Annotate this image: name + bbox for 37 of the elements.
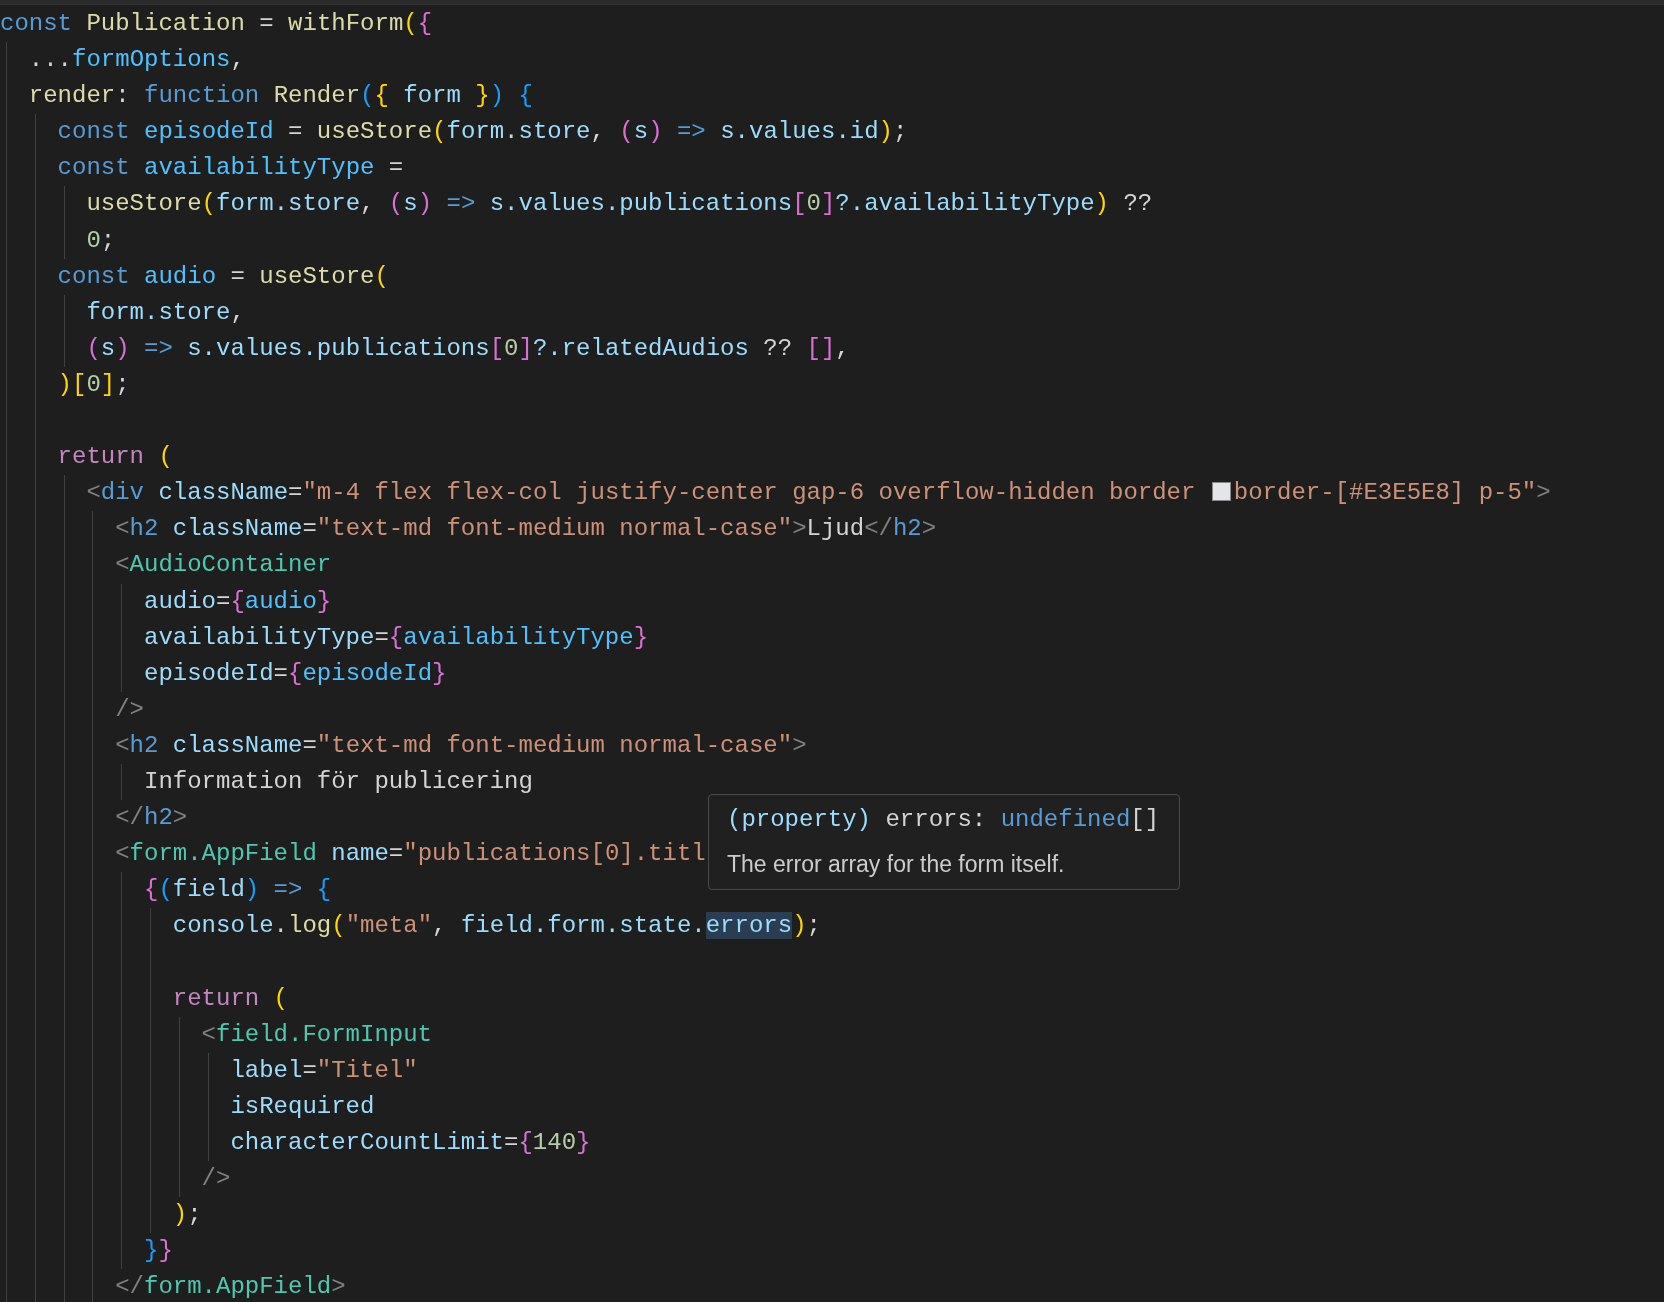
code-line: </h2> [0, 800, 188, 837]
code-line: /> [0, 1161, 231, 1198]
code-line: availabilityType={availabilityType} [0, 619, 649, 656]
code-line: const availabilityType = [0, 150, 404, 187]
color-swatch-icon [1211, 482, 1231, 502]
code-line: <div className="m-4 flex flex-col justify-center gap-6 overflow-hidden border border-[#E3E5E8] p-5"> [0, 475, 1551, 512]
code-line: audio={audio} [0, 583, 332, 620]
code-line: label="Titel" [0, 1052, 418, 1089]
code-line: render: function Render({ form }) { [0, 78, 533, 115]
tooltip-description: The error array for the form itself. [726, 850, 1066, 879]
code-line: {(field) => { [0, 872, 332, 909]
code-line: console.log("meta", field.form.state.errors); [0, 908, 821, 945]
code-line: const episodeId = useStore(form.store, (s) => s.values.id); [0, 114, 908, 151]
code-line: 0; [0, 222, 116, 259]
type-signature: (property) errors: undefined[] [726, 805, 1161, 835]
code-line: ...formOptions, [0, 42, 245, 79]
code-line: }} [0, 1233, 173, 1270]
code-line: return ( [0, 980, 288, 1017]
code-line: Information för publicering [0, 763, 533, 801]
code-line: <h2 className="text-md font-medium normal-case">Ljud</h2> [0, 511, 937, 548]
code-line: isRequired [0, 1088, 375, 1125]
code-line: </form.AppField> [0, 1269, 346, 1302]
code-line: return ( [0, 439, 173, 476]
code-line: episodeId={episodeId} [0, 655, 447, 692]
code-line: <h2 className="text-md font-medium normal-case"> [0, 727, 807, 764]
code-line: characterCountLimit={140} [0, 1124, 591, 1161]
code-line: /> [0, 691, 144, 728]
code-line: <AudioContainer [0, 547, 332, 584]
code-line: <field.FormInput [0, 1016, 433, 1053]
code-line: const Publication = withForm({ [0, 9, 433, 39]
code-line: useStore(form.store, (s) => s.values.publications[0]?.availabilityType) ?? [0, 186, 1153, 223]
code-line: <form.AppField name="publications[0].titl [0, 836, 706, 873]
code-line: (s) => s.values.publications[0]?.relatedAudios ?? [], [0, 330, 850, 367]
code-line: ); [0, 1197, 202, 1234]
code-line: form.store, [0, 294, 245, 331]
code-line: const audio = useStore( [0, 258, 389, 295]
code-line: )[0]; [0, 366, 130, 404]
